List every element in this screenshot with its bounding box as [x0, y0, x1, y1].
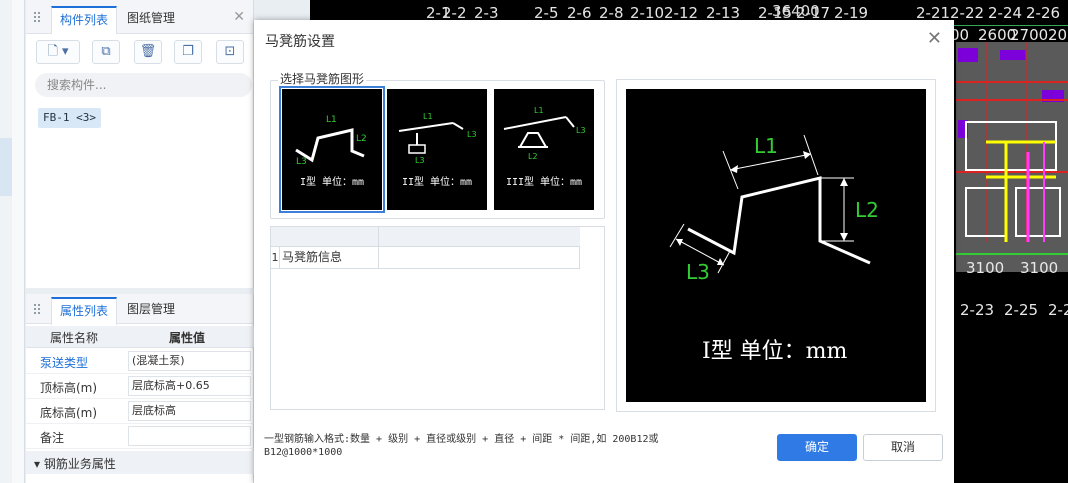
tab-drawing-management[interactable]: 图纸管理 — [119, 6, 183, 34]
property-row: 泵送类型 (混凝土泵) — [26, 349, 254, 374]
shape-option-type-2[interactable]: L1 L3 L3 II型 单位：mm — [387, 89, 487, 210]
type-2-shape-icon: L1 L3 L3 — [398, 112, 477, 165]
property-value[interactable] — [128, 426, 251, 446]
preview-label-l2: L2 — [855, 198, 879, 222]
left-strip-selection[interactable] — [0, 138, 12, 196]
row-value[interactable] — [379, 247, 580, 269]
svg-text:L3: L3 — [467, 130, 477, 139]
svg-text:L3: L3 — [415, 156, 425, 165]
section-label: ▾ 钢筋业务属性 — [34, 457, 116, 471]
svg-text:L1: L1 — [534, 106, 544, 115]
svg-text:L2: L2 — [356, 134, 367, 144]
property-name: 备注 — [40, 431, 65, 445]
property-row: 顶标高(m) 层底标高+0.65 — [26, 374, 254, 399]
row-name: 马凳筋信息 — [279, 247, 379, 269]
grid-header — [271, 227, 580, 247]
axis-label: 2-23 — [960, 301, 995, 319]
property-name: 底标高(m) — [40, 406, 98, 420]
property-name[interactable]: 泵送类型 — [40, 354, 88, 371]
dimension-label: 3100 — [966, 259, 1005, 277]
shape-preview: L1 L2 L3 I型 单位：mm — [626, 89, 926, 402]
table-row[interactable]: 1 马凳筋信息 — [271, 247, 580, 269]
preview-label-l1: L1 — [754, 134, 778, 158]
type-3-shape-icon: L1 L3 L2 — [503, 106, 586, 161]
shape-option-type-1[interactable]: L1 L2 L3 I型 单位：mm — [279, 86, 385, 213]
row-index: 1 — [271, 251, 279, 264]
shape-option-type-3[interactable]: L1 L3 L2 III型 单位：mm — [494, 89, 594, 210]
preview-frame: L1 L2 L3 I型 单位：mm — [616, 79, 936, 412]
copy-icon[interactable]: ⧉ — [92, 40, 120, 64]
dialog-title: 马凳筋设置 — [265, 34, 335, 50]
axis-label: 2-22 — [950, 4, 985, 22]
property-value[interactable]: 层底标高 — [128, 401, 251, 421]
component-tabbar: 构件列表 图纸管理 ✕ — [26, 0, 253, 34]
left-strip — [0, 0, 25, 483]
svg-text:L1: L1 — [326, 115, 337, 125]
delete-icon[interactable]: 🗑 — [134, 40, 162, 64]
property-table-header: 属性名称 属性值 — [26, 326, 254, 348]
shape-caption: I型 单位：mm — [299, 177, 365, 188]
axis-label: 2-24 — [988, 4, 1023, 22]
header-property-name: 属性名称 — [50, 331, 99, 345]
svg-text:L3: L3 — [296, 157, 307, 167]
ok-button[interactable]: 确定 — [777, 434, 857, 461]
format-hint: 一型钢筋输入格式:数量 + 级别 + 直径或级别 + 直径 + 间距 * 间距,… — [264, 434, 659, 458]
search-input[interactable]: 搜索构件... — [35, 73, 252, 97]
axis-label: 2-25 — [1004, 301, 1039, 319]
property-name: 顶标高(m) — [40, 381, 98, 395]
drag-handle-icon[interactable] — [33, 303, 41, 315]
close-icon[interactable]: ✕ — [233, 9, 245, 25]
duplicate-icon[interactable]: ❐ — [174, 40, 202, 64]
tab-component-list[interactable]: 构件列表 — [51, 6, 118, 34]
property-row: 备注 — [26, 424, 254, 449]
component-toolbar: 🗋 ▾ ⧉ 🗑 ❐ ⊡ — [26, 34, 253, 70]
section-row[interactable]: ▾ 钢筋业务属性 — [26, 451, 254, 474]
property-value[interactable]: 层底标高+0.65 — [128, 376, 251, 396]
component-item[interactable]: FB-1 <3> — [38, 108, 101, 128]
shape-caption: III型 单位：mm — [505, 177, 583, 188]
header-property-value: 属性值 — [169, 331, 206, 345]
preview-label-l3: L3 — [686, 260, 710, 284]
property-tabbar: 属性列表 图层管理 — [26, 294, 253, 325]
svg-text:L1: L1 — [423, 112, 433, 121]
tab-layer-management[interactable]: 图层管理 — [119, 297, 183, 325]
cad-drawing — [956, 42, 1068, 272]
grid-header-cell — [271, 227, 379, 247]
info-grid: 1 马凳筋信息 — [270, 226, 605, 410]
rebar-chair-dialog: 马凳筋设置 ✕ 选择马凳筋图形 L1 L2 L3 I型 单位：mm L1 L3 … — [254, 20, 954, 483]
layer-copy-icon[interactable]: ⊡ — [216, 40, 244, 64]
drag-handle-icon[interactable] — [33, 11, 41, 23]
axis-label: 2-26 — [1026, 4, 1061, 22]
dimension-label: 3100 — [1020, 259, 1059, 277]
new-component-button[interactable]: 🗋 ▾ — [36, 40, 80, 64]
close-icon[interactable]: ✕ — [927, 28, 942, 49]
property-panel: 属性列表 图层管理 属性名称 属性值 泵送类型 (混凝土泵) 顶标高(m) 层底… — [26, 294, 254, 483]
svg-text:L3: L3 — [576, 126, 586, 135]
component-list-panel: 构件列表 图纸管理 ✕ 🗋 ▾ ⧉ 🗑 ❐ ⊡ 搜索构件... FB-1 <3> — [26, 0, 254, 288]
type-1-shape-icon: L1 L2 L3 — [295, 115, 367, 167]
group-label: 选择马凳筋图形 — [278, 70, 367, 87]
tab-property-list[interactable]: 属性列表 — [51, 297, 118, 325]
cancel-button[interactable]: 取消 — [863, 434, 943, 461]
property-value[interactable]: (混凝土泵) — [128, 351, 251, 371]
property-row: 底标高(m) 层底标高 — [26, 399, 254, 424]
overlay-dimension: 36400 — [772, 2, 820, 20]
svg-text:L2: L2 — [528, 152, 538, 161]
shape-caption: II型 单位：mm — [401, 177, 473, 188]
left-scroll-track — [12, 0, 24, 483]
preview-caption: I型 单位：mm — [702, 339, 848, 364]
axis-label: 2-2 — [1048, 301, 1068, 319]
